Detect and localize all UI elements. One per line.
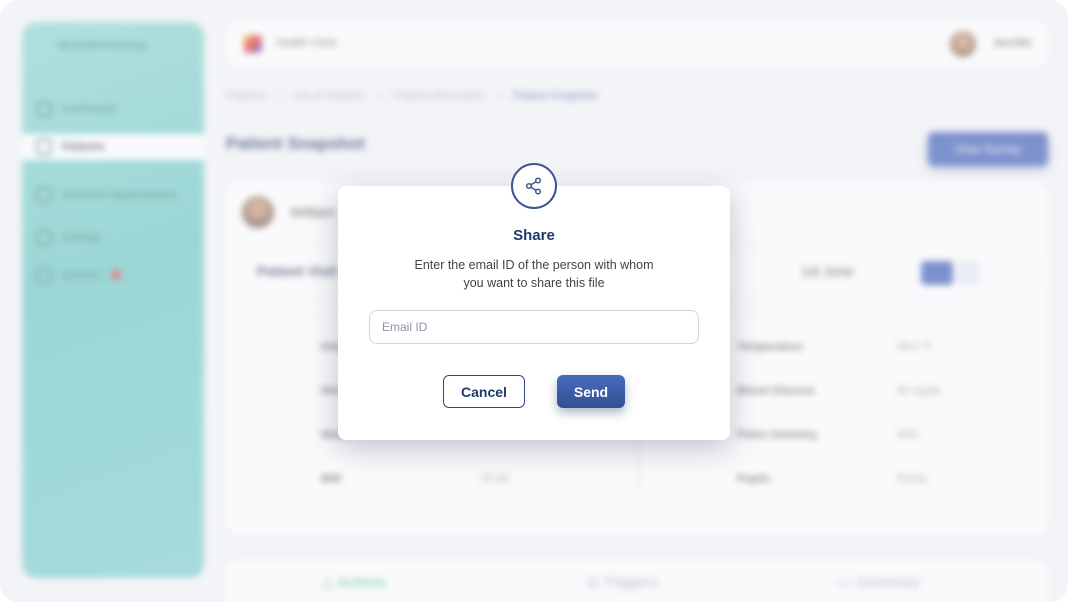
- share-glyph: [525, 177, 542, 195]
- share-icon: [511, 163, 557, 209]
- send-button[interactable]: Send: [557, 375, 625, 408]
- share-dialog: Share Enter the email ID of the person w…: [338, 186, 730, 440]
- dialog-description: Enter the email ID of the person with wh…: [414, 258, 654, 290]
- dialog-title: Share: [513, 227, 555, 244]
- cancel-button[interactable]: Cancel: [443, 375, 525, 408]
- email-input[interactable]: [369, 310, 699, 344]
